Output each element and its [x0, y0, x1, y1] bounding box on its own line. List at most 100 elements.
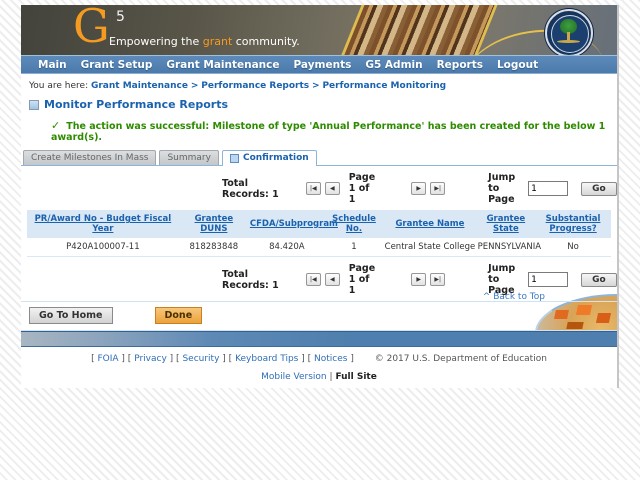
next-page-button[interactable]: ▶	[411, 182, 427, 195]
nav-item-grant-maintenance[interactable]: Grant Maintenance	[166, 59, 279, 71]
pager-buttons-left: |◀ ◀	[305, 182, 340, 195]
confirmation-panel: Total Records: 1 |◀ ◀ Page 1 of 1 ▶ ▶| J…	[21, 165, 617, 331]
tab-create-milestones-in-mass[interactable]: Create Milestones In Mass	[23, 150, 157, 165]
g5-logo-sup: 5	[116, 9, 125, 25]
total-records-text: Total Records:	[222, 268, 269, 291]
bracket: [	[228, 354, 233, 364]
mobile-version-link[interactable]: Mobile Version	[261, 372, 326, 382]
cell-grantee-name: Central State College	[383, 238, 477, 257]
total-records-label: Total Records: 1	[222, 269, 279, 291]
breadcrumb-performance-monitoring[interactable]: Performance Monitoring	[322, 81, 446, 91]
bracket: ]	[121, 354, 125, 364]
bracket: [	[307, 354, 312, 364]
page-title: Monitor Performance Reports	[44, 98, 229, 111]
prev-page-button[interactable]: ◀	[324, 273, 340, 286]
success-message: ✓ The action was successful: Milestone of…	[51, 119, 617, 143]
bookshelf-image	[338, 5, 500, 55]
pager-buttons-right: ▶ ▶|	[411, 182, 446, 195]
col-grantee-state[interactable]: Grantee State	[487, 214, 526, 234]
bracket: [	[91, 354, 95, 364]
full-site-link[interactable]: Full Site	[335, 372, 376, 382]
col-schedule-no[interactable]: Schedule No.	[332, 214, 376, 234]
table-header-row: PR/Award No - Budget Fiscal Year Grantee…	[26, 210, 612, 238]
confirmation-tab-icon	[229, 153, 239, 163]
prev-page-button[interactable]: ◀	[324, 182, 340, 195]
done-button[interactable]: Done	[154, 307, 203, 324]
cell-substantial-progress: No	[535, 238, 612, 257]
footer-link-foia[interactable]: FOIA	[97, 354, 118, 364]
nav-item-payments[interactable]: Payments	[294, 59, 352, 71]
page-title-row: Monitor Performance Reports	[29, 98, 617, 111]
first-page-button[interactable]: |◀	[305, 182, 321, 195]
tab-confirmation-label: Confirmation	[242, 153, 309, 163]
last-page-button[interactable]: ▶|	[430, 273, 446, 286]
section-icon	[29, 99, 39, 110]
table-row: P420A100007-11 818283848 84.420A 1 Centr…	[26, 238, 612, 257]
cell-grantee-duns: 818283848	[178, 238, 249, 257]
nav-item-grant-setup[interactable]: Grant Setup	[81, 59, 153, 71]
total-records-value: 1	[272, 188, 279, 200]
footer-divider: |	[329, 372, 333, 382]
col-grantee-name[interactable]: Grantee Name	[395, 219, 464, 229]
pager-buttons-left: |◀ ◀	[305, 273, 340, 286]
jump-to-page-input[interactable]	[528, 272, 569, 287]
go-to-home-button[interactable]: Go To Home	[29, 307, 113, 324]
jump-to-page-label: Jump to Page	[488, 263, 516, 296]
nav-item-reports[interactable]: Reports	[437, 59, 483, 71]
tab-summary[interactable]: Summary	[159, 150, 219, 165]
bracket: [	[176, 354, 180, 364]
breadcrumb-performance-reports[interactable]: Performance Reports	[201, 81, 309, 91]
bracket: ]	[169, 354, 174, 364]
cell-cfda-subprogram: 84.420A	[248, 238, 325, 257]
main-nav: Main Grant Setup Grant Maintenance Payme…	[21, 56, 617, 74]
tagline-grant: grant	[202, 35, 233, 48]
breadcrumb-separator: >	[190, 81, 199, 91]
footer-version-row: Mobile Version | Full Site	[21, 372, 617, 382]
go-button[interactable]: Go	[581, 181, 617, 196]
breadcrumb-prefix: You are here:	[29, 81, 89, 91]
go-button[interactable]: Go	[581, 272, 617, 287]
jump-to-page-input[interactable]	[528, 181, 569, 196]
footer-link-privacy[interactable]: Privacy	[134, 354, 167, 364]
checkmark-icon: ✓	[51, 119, 61, 132]
bracket: ]	[222, 354, 226, 364]
bracket: [	[127, 354, 132, 364]
last-page-button[interactable]: ▶|	[430, 182, 446, 195]
copyright-text: © 2017 U.S. Department of Education	[374, 354, 547, 364]
next-page-button[interactable]: ▶	[411, 273, 427, 286]
awards-table: PR/Award No - Budget Fiscal Year Grantee…	[26, 210, 612, 257]
pager-buttons-right: ▶ ▶|	[411, 273, 446, 286]
col-substantial-progress[interactable]: Substantial Progress?	[546, 214, 601, 234]
page-indicator: Page 1 of 1	[348, 263, 376, 296]
footer-link-keyboard-tips[interactable]: Keyboard Tips	[235, 354, 298, 364]
col-pr-award-no[interactable]: PR/Award No - Budget Fiscal Year	[35, 214, 172, 234]
total-records-label: Total Records: 1	[222, 178, 279, 200]
footer-link-security[interactable]: Security	[182, 354, 219, 364]
nav-item-main[interactable]: Main	[38, 59, 67, 71]
tagline-post: community.	[232, 35, 300, 48]
jump-to-page-label: Jump to Page	[488, 172, 516, 205]
breadcrumb: You are here: Grant Maintenance > Perfor…	[21, 74, 617, 93]
nav-item-g5-admin[interactable]: G5 Admin	[365, 59, 422, 71]
tab-bar: Create Milestones In Mass Summary Confir…	[23, 150, 617, 166]
cell-schedule-no: 1	[324, 238, 384, 257]
action-buttons-row: Go To Home Done	[21, 302, 617, 331]
nav-item-logout[interactable]: Logout	[497, 59, 538, 71]
pagination-bottom: Total Records: 1 |◀ ◀ Page 1 of 1 ▶ ▶| J…	[21, 257, 617, 302]
success-text: The action was successful: Milestone of …	[51, 121, 606, 143]
pagination-top: Total Records: 1 |◀ ◀ Page 1 of 1 ▶ ▶| J…	[21, 166, 617, 210]
g5-logo: G	[73, 5, 110, 53]
site-container: G 5 Empowering the grant community. Main…	[21, 5, 619, 388]
total-records-value: 1	[272, 279, 279, 291]
col-cfda-subprogram[interactable]: CFDA/Subprogram	[250, 219, 338, 229]
footer-link-notices[interactable]: Notices	[314, 354, 347, 364]
col-grantee-duns[interactable]: Grantee DUNS	[195, 214, 234, 234]
footer: [ FOIA ] [ Privacy ] [ Security ] [ Keyb…	[21, 354, 617, 382]
footer-bar	[21, 331, 617, 347]
first-page-button[interactable]: |◀	[305, 273, 321, 286]
cell-pr-award-no: P420A100007-11	[26, 238, 179, 257]
breadcrumb-grant-maintenance[interactable]: Grant Maintenance	[91, 81, 188, 91]
seal-ground	[557, 40, 580, 43]
tagline-pre: Empowering the	[109, 35, 203, 48]
tab-confirmation[interactable]: Confirmation	[221, 150, 317, 166]
